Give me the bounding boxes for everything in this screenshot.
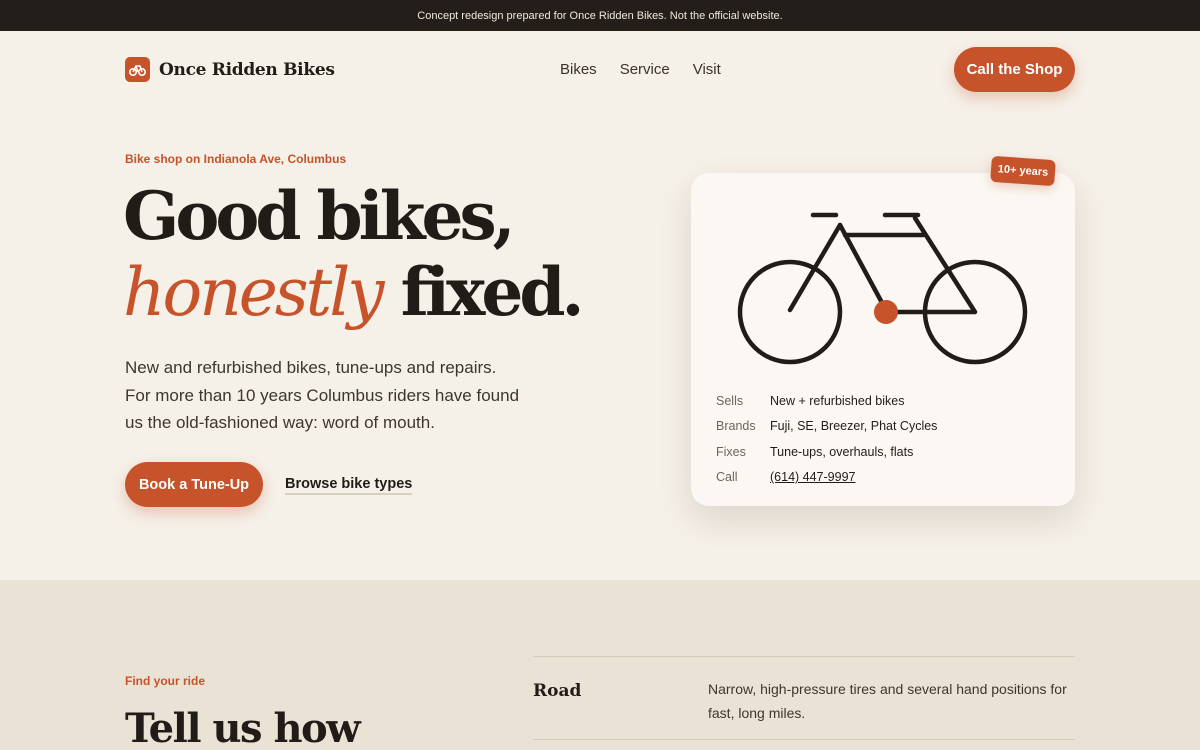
main-nav: Bikes Service Visit [560, 61, 721, 78]
headline-end: fixed. [400, 253, 585, 331]
spec-row-sells: Sells New + refurbished bikes [716, 388, 937, 414]
find-eyebrow: Find your ride [125, 674, 206, 688]
nav-bikes[interactable]: Bikes [560, 61, 597, 78]
find-heading: Tell us how [125, 705, 361, 750]
headline-line-1: Good bikes, [123, 177, 516, 255]
bike-type-row[interactable]: Road Narrow, high-pressure tires and sev… [533, 656, 1075, 740]
spec-key: Call [716, 470, 738, 485]
bicycle-illustration [735, 205, 1031, 371]
browse-bike-types-link[interactable]: Browse bike types [285, 476, 413, 495]
concept-banner-text: Concept redesign prepared for Once Ridde… [417, 9, 783, 22]
bicycle-icon [125, 57, 150, 82]
spec-key: Brands [716, 419, 756, 434]
spec-key: Sells [716, 393, 744, 408]
book-tune-up-button[interactable]: Book a Tune-Up [125, 462, 263, 507]
headline-accent: honestly [123, 254, 385, 331]
hero-description: New and refurbished bikes, tune-ups and … [125, 358, 520, 432]
headline-line-2: honestly fixed. [123, 254, 593, 331]
bike-type-list: Road Narrow, high-pressure tires and sev… [533, 656, 1075, 740]
spec-row-fixes: Fixes Tune-ups, overhauls, flats [716, 439, 937, 465]
years-badge: 10+ years [990, 155, 1056, 187]
call-the-shop-button[interactable]: Call the Shop [954, 47, 1075, 92]
concept-banner: Concept redesign prepared for Once Ridde… [0, 0, 1200, 31]
spec-value: Tune-ups, overhauls, flats [770, 444, 914, 459]
brand-name: Once Ridden Bikes [159, 59, 335, 80]
spec-row-call: Call (614) 447-9997 [716, 465, 937, 491]
logo-link[interactable]: Once Ridden Bikes [125, 57, 335, 82]
spec-key: Fixes [716, 444, 746, 459]
shop-specs: Sells New + refurbished bikes Brands Fuj… [716, 388, 937, 490]
hero-headline: Good bikes, honestly fixed. [123, 178, 593, 331]
bike-type-description: Narrow, high-pressure tires and several … [708, 681, 1067, 721]
spec-row-brands: Brands Fuji, SE, Breezer, Phat Cycles [716, 414, 937, 440]
spec-value: New + refurbished bikes [770, 393, 905, 408]
spec-value: Fuji, SE, Breezer, Phat Cycles [770, 419, 938, 434]
nav-visit[interactable]: Visit [693, 61, 721, 78]
hero-eyebrow: Bike shop on Indianola Ave, Columbus [125, 152, 347, 166]
bike-type-name: Road [533, 681, 582, 701]
nav-service[interactable]: Service [620, 61, 670, 78]
phone-link[interactable]: (614) 447-9997 [770, 470, 855, 484]
